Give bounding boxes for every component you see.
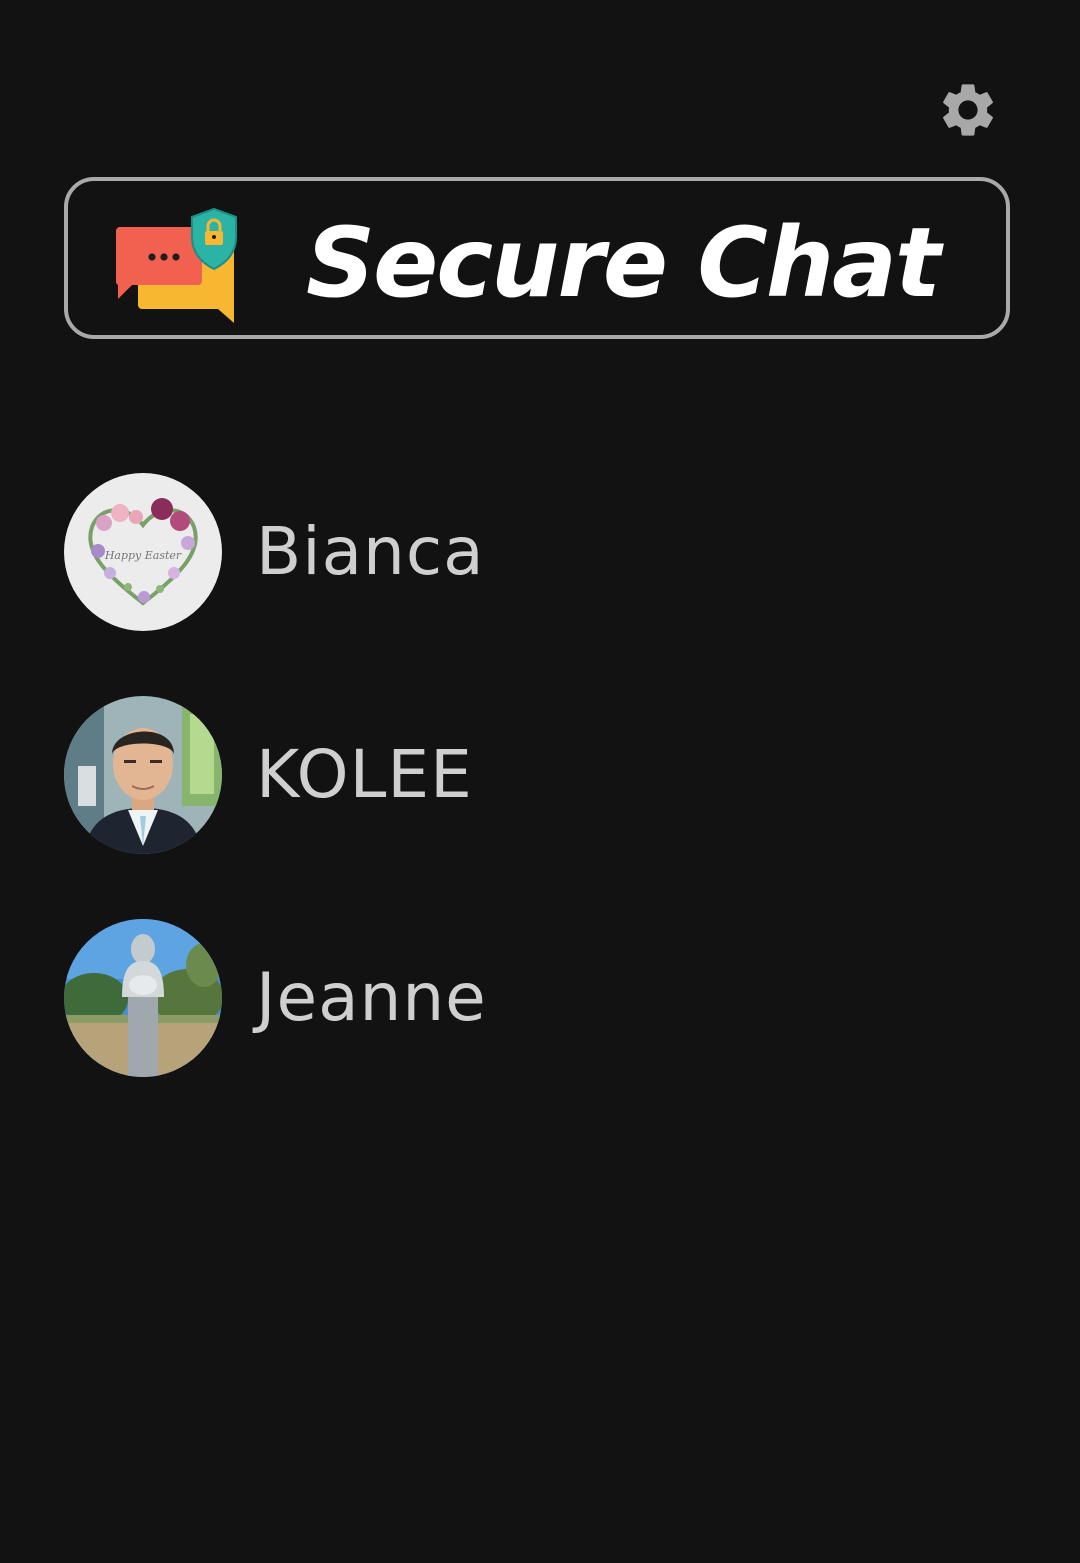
- avatar: [64, 919, 222, 1077]
- contact-name: Jeanne: [256, 959, 487, 1036]
- avatar: [64, 696, 222, 854]
- contact-item-jeanne[interactable]: Jeanne: [64, 918, 1014, 1078]
- contact-item-kolee[interactable]: KOLEE: [64, 695, 1014, 855]
- gear-icon: [943, 84, 993, 136]
- man-portrait-avatar: [64, 696, 222, 854]
- contact-item-bianca[interactable]: Happy Easter Bianca: [64, 472, 1014, 632]
- settings-button[interactable]: [932, 74, 1004, 146]
- contact-list: Happy Easter Bianca KOLEE Jeanne: [64, 472, 1014, 1141]
- contact-name: KOLEE: [256, 736, 473, 813]
- svg-text:Happy Easter: Happy Easter: [104, 549, 182, 562]
- contact-name: Bianca: [256, 513, 485, 590]
- statue-photo-avatar: [64, 919, 222, 1077]
- app-header-banner: Secure Chat: [64, 177, 1010, 339]
- app-title: Secure Chat: [306, 207, 941, 319]
- secure-chat-logo-icon: [116, 207, 237, 323]
- floral-heart-avatar: Happy Easter: [64, 473, 222, 631]
- avatar: Happy Easter: [64, 473, 222, 631]
